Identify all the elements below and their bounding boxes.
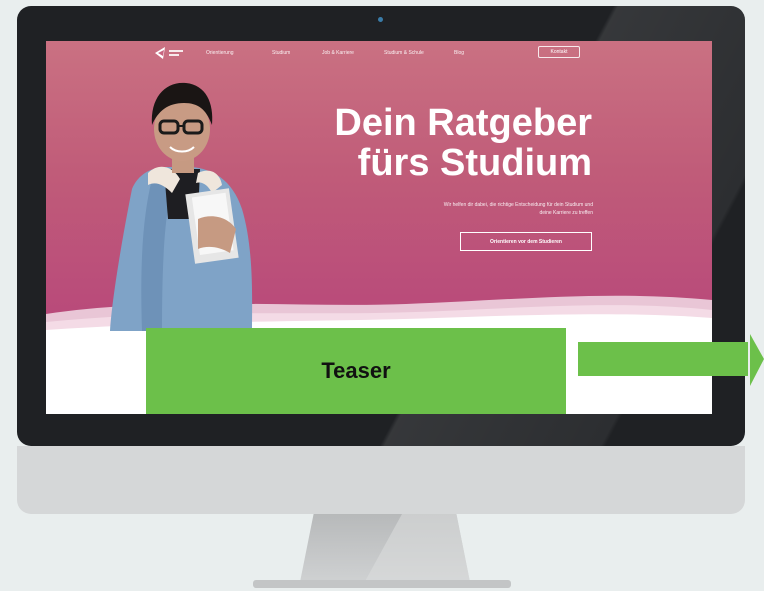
nav-item-job-karriere[interactable]: Job & Karriere — [322, 50, 354, 56]
teaser-label: Teaser — [321, 358, 391, 383]
hero-headline-line1: Dein Ratgeber — [334, 102, 592, 144]
hero-subtext-line1: Wir helfen dir dabei, die richtige Entsc… — [443, 202, 593, 208]
site-logo-icon[interactable] — [153, 45, 189, 61]
site-navbar: Orientierung Studium Job & Karriere Stud… — [46, 41, 712, 67]
hero-cta-button[interactable]: Orientieren vor dem Studieren — [460, 232, 592, 251]
nav-item-studium-schule[interactable]: Studium & Schule — [384, 50, 424, 56]
arrow-right-icon — [578, 334, 764, 386]
hero-subtext: Wir helfen dir dabei, die richtige Entsc… — [331, 201, 593, 217]
contact-button[interactable]: Kontakt — [538, 46, 580, 58]
nav-item-blog[interactable]: Blog — [454, 50, 464, 56]
monitor-chin — [17, 446, 745, 514]
camera-icon — [378, 17, 383, 22]
nav-item-studium[interactable]: Studium — [272, 50, 290, 56]
hero-subtext-line2: deine Karriere zu treffen — [539, 210, 593, 216]
teaser-box: Teaser — [146, 328, 566, 414]
monitor-base — [253, 580, 511, 588]
nav-item-orientierung[interactable]: Orientierung — [206, 50, 234, 56]
hero-headline: Dein Ratgeber fürs Studium — [334, 103, 592, 183]
student-photo — [110, 82, 253, 331]
hero-headline-line2: fürs Studium — [357, 142, 592, 184]
